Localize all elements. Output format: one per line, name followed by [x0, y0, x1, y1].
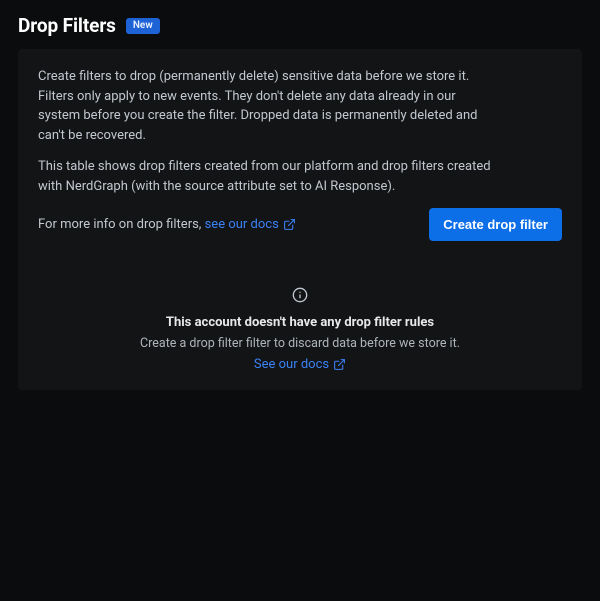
external-link-icon	[283, 218, 296, 231]
info-icon	[292, 287, 308, 303]
page-header: Drop Filters New	[18, 14, 582, 37]
create-drop-filter-button[interactable]: Create drop filter	[429, 208, 562, 241]
empty-docs-link-label: See our docs	[254, 357, 329, 372]
empty-state-subtitle: Create a drop filter filter to discard d…	[140, 336, 460, 351]
info-row: For more info on drop filters, see our d…	[38, 208, 562, 241]
more-info-prefix: For more info on drop filters,	[38, 217, 205, 232]
page-title: Drop Filters	[18, 14, 116, 37]
empty-state: This account doesn't have any drop filte…	[38, 287, 562, 372]
external-link-icon	[333, 358, 346, 371]
empty-state-title: This account doesn't have any drop filte…	[166, 315, 434, 330]
drop-filters-panel: Create filters to drop (permanently dele…	[18, 49, 582, 390]
see-our-docs-link[interactable]: see our docs	[205, 217, 296, 232]
panel-description-2: This table shows drop filters created fr…	[38, 157, 498, 196]
docs-link-label: see our docs	[205, 217, 279, 232]
panel-description-1: Create filters to drop (permanently dele…	[38, 67, 498, 145]
new-badge: New	[126, 18, 160, 34]
empty-state-docs-link[interactable]: See our docs	[254, 357, 346, 372]
more-info-text: For more info on drop filters, see our d…	[38, 217, 296, 232]
